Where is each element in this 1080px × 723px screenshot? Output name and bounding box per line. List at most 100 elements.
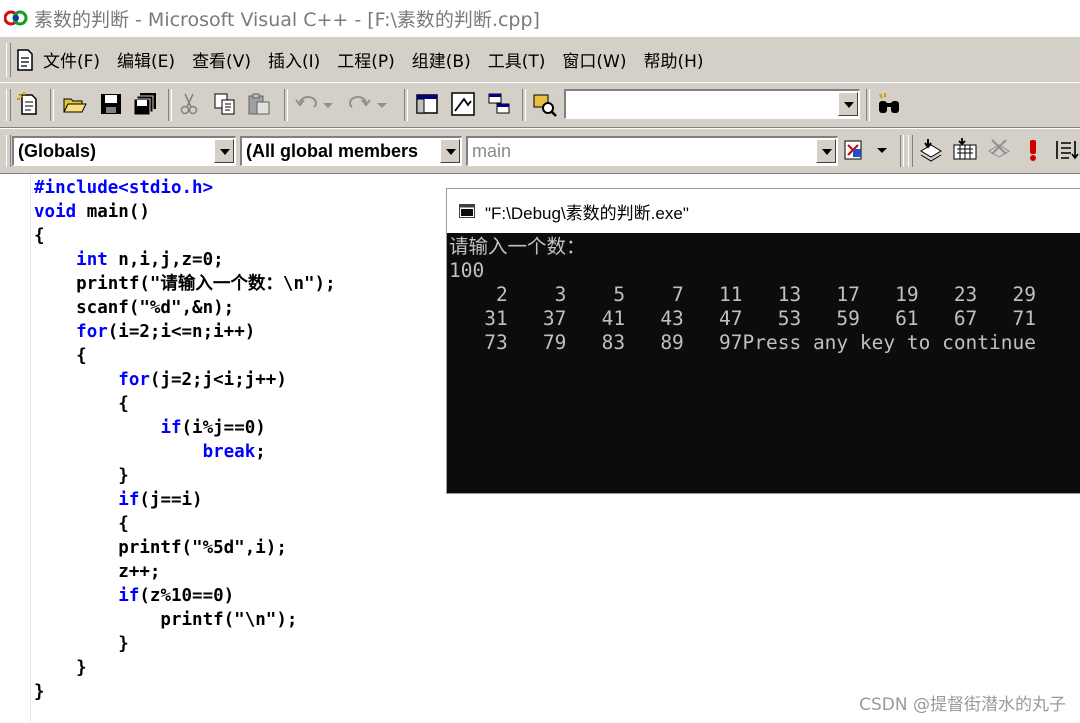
code-line-8: { [34, 346, 87, 366]
toolbar-separator [900, 135, 904, 167]
menu-build[interactable]: 组建(B) [412, 47, 471, 72]
menu-tools[interactable]: 工具(T) [488, 47, 546, 72]
console-line-5: 73 79 83 89 97Press any key to continue [449, 331, 1036, 354]
menu-file[interactable]: 文件(F) [43, 47, 100, 72]
function-combo-arrow[interactable] [816, 139, 836, 163]
redo-dropdown[interactable] [374, 91, 390, 117]
wizard-actions-button[interactable] [842, 137, 868, 163]
wizard-actions-icon [844, 140, 862, 160]
code-area[interactable]: #include<stdio.h> void main() { int n,i,… [34, 176, 336, 704]
window-list-button[interactable] [486, 91, 512, 117]
undo-button[interactable] [294, 91, 320, 117]
code-line-6: scanf("%d",&n); [34, 298, 235, 318]
wizard-toolbar: (Globals) (All global members main [0, 128, 1080, 174]
toolbar-grip[interactable] [908, 135, 913, 167]
insert-breakpoint-button[interactable] [1054, 137, 1080, 163]
cut-icon [180, 93, 198, 115]
code-line-19: printf("\n"); [34, 610, 298, 630]
open-button[interactable] [62, 91, 88, 117]
console-line-3: 2 3 5 7 11 13 17 19 23 29 [449, 283, 1036, 306]
code-line-5: printf("请输入一个数：\n"); [34, 274, 336, 294]
copy-button[interactable] [212, 91, 238, 117]
function-combo[interactable]: main [466, 136, 838, 166]
find-in-files-icon [533, 94, 557, 117]
scope-combo-value: (Globals) [18, 141, 97, 161]
code-line-3: { [34, 226, 45, 246]
new-file-button[interactable] [16, 91, 42, 117]
code-line-20: } [34, 634, 129, 654]
toolbar-grip[interactable] [6, 89, 11, 121]
code-line-12: break; [202, 442, 266, 462]
console-output[interactable]: 请输入一个数： 100 2 3 5 7 11 13 17 19 23 29 31… [447, 233, 1080, 355]
code-line-9: for(j=2;j<i;j++) [118, 370, 287, 390]
save-all-button[interactable] [132, 91, 158, 117]
output-button[interactable] [450, 91, 476, 117]
code-line-21: } [34, 658, 87, 678]
title-bar: 素数的判断 - Microsoft Visual C++ - [F:\素数的判断… [0, 0, 1080, 36]
build-icon [953, 138, 977, 160]
output-icon [451, 92, 475, 116]
stop-build-button[interactable] [986, 137, 1012, 163]
save-all-icon [133, 93, 156, 116]
menu-bar: 文件(F) 编辑(E) 查看(V) 插入(I) 工程(P) 组建(B) 工具(T… [0, 36, 1080, 82]
binoculars-icon [879, 93, 899, 113]
code-line-4: int n,i,j,z=0; [76, 250, 224, 270]
scope-combo[interactable]: (Globals) [12, 136, 236, 166]
menu-insert[interactable]: 插入(I) [268, 47, 320, 72]
workspace-icon [416, 94, 438, 114]
chevron-down-icon [323, 103, 333, 108]
wizard-actions-dropdown[interactable] [874, 137, 890, 163]
console-title: "F:\Debug\素数的判断.exe" [485, 203, 689, 223]
menu-view[interactable]: 查看(V) [192, 47, 251, 72]
console-title-bar[interactable]: "F:\Debug\素数的判断.exe" [447, 189, 1080, 233]
compile-icon [920, 139, 942, 162]
chevron-down-icon [377, 103, 387, 108]
visual-cpp-logo-icon [4, 10, 28, 26]
save-button[interactable] [98, 91, 124, 117]
chevron-down-icon [877, 148, 887, 153]
members-combo-arrow[interactable] [440, 139, 460, 163]
editor-gutter[interactable] [0, 174, 31, 723]
compile-button[interactable] [918, 137, 944, 163]
copy-icon [214, 93, 235, 115]
find-button[interactable] [876, 91, 902, 117]
menu-help[interactable]: 帮助(H) [643, 47, 703, 72]
menu-window[interactable]: 窗口(W) [562, 47, 626, 72]
find-combo[interactable] [564, 89, 860, 119]
toolbar-separator [168, 89, 172, 121]
paste-button[interactable] [246, 91, 272, 117]
exclamation-icon [1030, 140, 1036, 161]
redo-button[interactable] [346, 91, 372, 117]
build-button[interactable] [952, 137, 978, 163]
window-title: 素数的判断 - Microsoft Visual C++ - [F:\素数的判断… [34, 8, 540, 31]
members-combo[interactable]: (All global members [240, 136, 462, 166]
toolbar-grip[interactable] [6, 135, 11, 167]
code-line-13: } [34, 466, 129, 486]
find-combo-arrow[interactable] [838, 92, 858, 116]
code-line-22: } [34, 682, 45, 702]
code-line-11: if(i%j==0) [160, 418, 266, 438]
menubar-grip[interactable] [6, 42, 11, 77]
document-icon[interactable] [15, 48, 35, 71]
watermark: CSDN @提督街潜水的丸子 [859, 695, 1066, 715]
menu-project[interactable]: 工程(P) [337, 47, 395, 72]
execute-button[interactable] [1020, 137, 1046, 163]
save-icon [101, 94, 121, 114]
code-line-15: { [34, 514, 129, 534]
function-combo-value: main [472, 141, 512, 161]
console-window[interactable]: "F:\Debug\素数的判断.exe" 请输入一个数： 100 2 3 5 7… [446, 188, 1080, 494]
paste-icon [248, 93, 270, 115]
find-in-files-button[interactable] [532, 91, 558, 117]
undo-dropdown[interactable] [320, 91, 336, 117]
scope-combo-arrow[interactable] [214, 139, 234, 163]
code-line-18: if(z%10==0) [118, 586, 235, 606]
code-line-2: void main() [34, 202, 150, 222]
undo-icon [295, 96, 317, 108]
workspace-button[interactable] [414, 91, 440, 117]
toolbar-separator [866, 89, 870, 121]
menu-edit[interactable]: 编辑(E) [117, 47, 175, 72]
code-line-17: z++; [34, 562, 161, 582]
cut-button[interactable] [176, 91, 202, 117]
redo-icon [349, 96, 371, 108]
toolbar-separator [522, 89, 526, 121]
